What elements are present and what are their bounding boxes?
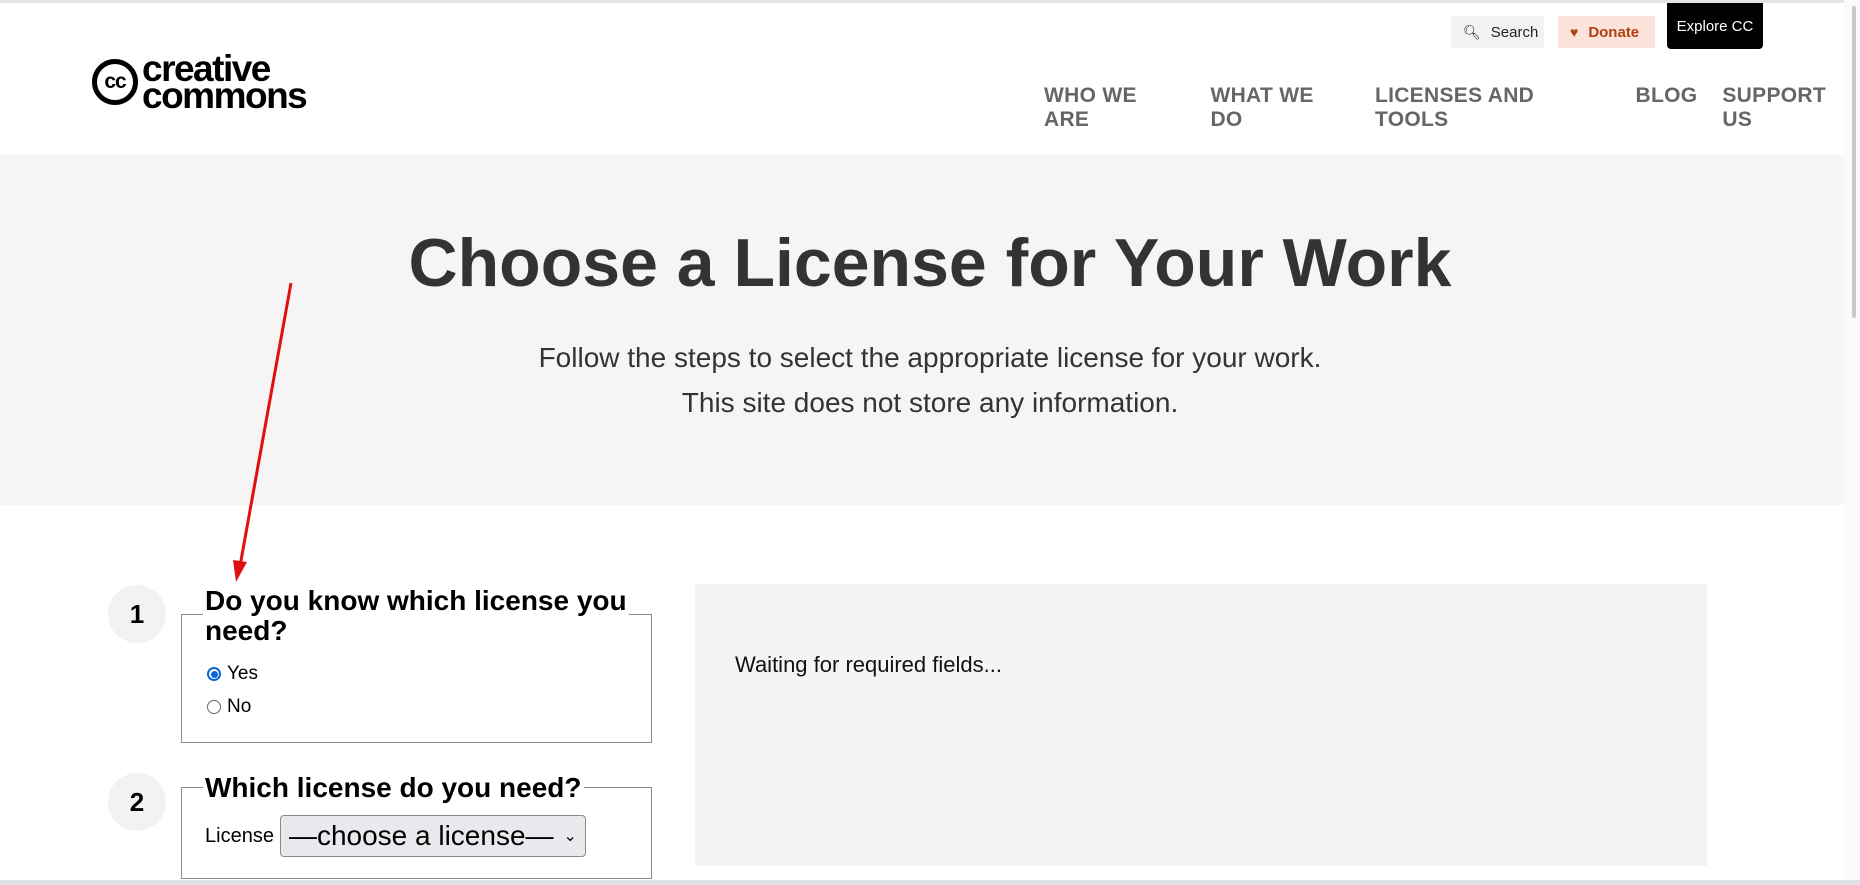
annotation-arrow-shaft	[238, 282, 293, 567]
window-bottom-border	[0, 880, 1860, 885]
annotation-arrow-head	[233, 560, 247, 582]
annotation-arrow-icon	[233, 282, 293, 582]
scrollbar[interactable]	[1844, 0, 1860, 880]
scrollbar-thumb[interactable]	[1852, 6, 1856, 318]
